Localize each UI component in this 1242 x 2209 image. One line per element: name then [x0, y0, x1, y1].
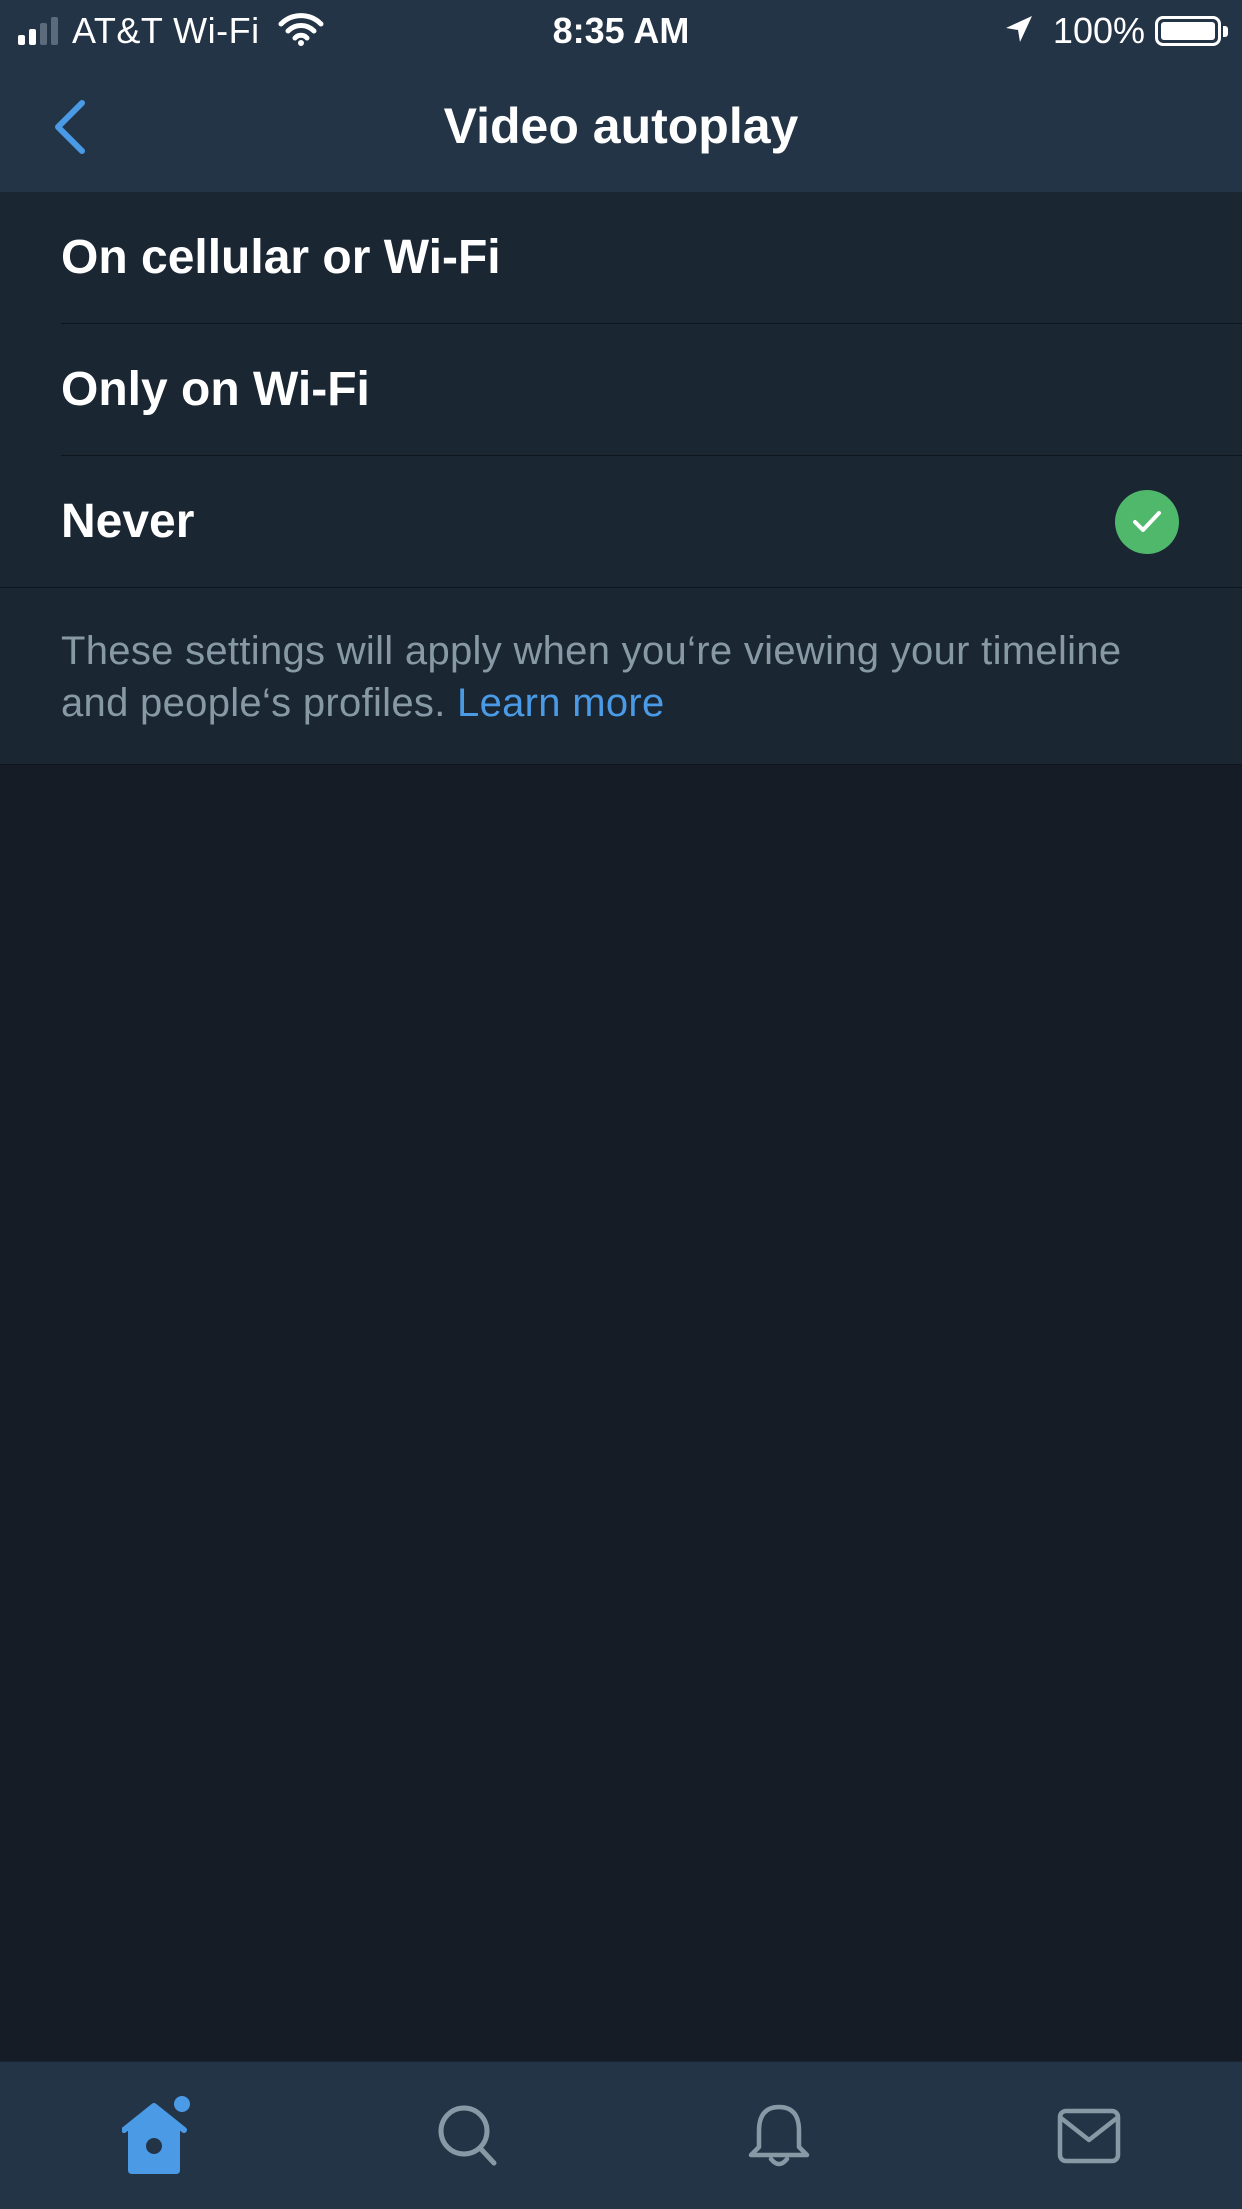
settings-footnote: These settings will apply when you‘re vi… — [0, 588, 1242, 765]
status-bar: AT&T Wi-Fi 8:35 AM 100% — [0, 0, 1242, 62]
option-label: Only on Wi-Fi — [61, 363, 370, 416]
search-icon — [438, 2105, 497, 2165]
autoplay-options-list: On cellular or Wi-Fi Only on Wi-Fi Never — [0, 192, 1242, 588]
option-label: Never — [61, 495, 195, 548]
notifications-bell-icon — [748, 2104, 810, 2166]
tab-bar — [0, 2061, 1242, 2209]
location-arrow-icon — [1003, 13, 1035, 50]
learn-more-link[interactable]: Learn more — [457, 681, 665, 725]
back-button[interactable] — [40, 92, 100, 162]
tab-notifications[interactable] — [719, 2062, 839, 2209]
messages-envelope-icon — [1057, 2108, 1121, 2163]
footnote-paragraph: These settings will apply when you‘re vi… — [61, 625, 1161, 729]
home-icon — [122, 2095, 190, 2174]
tab-messages[interactable] — [1029, 2062, 1149, 2209]
option-never[interactable]: Never — [0, 456, 1242, 588]
battery-percentage: 100% — [1052, 10, 1145, 51]
chevron-left-icon — [55, 100, 85, 154]
page-title: Video autoplay — [443, 98, 799, 154]
checkmark-icon — [1115, 490, 1179, 554]
tab-home[interactable] — [97, 2062, 217, 2209]
tab-search[interactable] — [408, 2062, 528, 2209]
status-right: 100% — [1003, 0, 1228, 62]
battery-icon — [1155, 16, 1221, 46]
battery-tip — [1223, 25, 1228, 37]
option-only-wifi[interactable]: Only on Wi-Fi — [0, 324, 1242, 456]
option-cellular-or-wifi[interactable]: On cellular or Wi-Fi — [0, 192, 1242, 324]
option-label: On cellular or Wi-Fi — [61, 231, 501, 284]
navigation-bar: Video autoplay — [0, 62, 1242, 192]
